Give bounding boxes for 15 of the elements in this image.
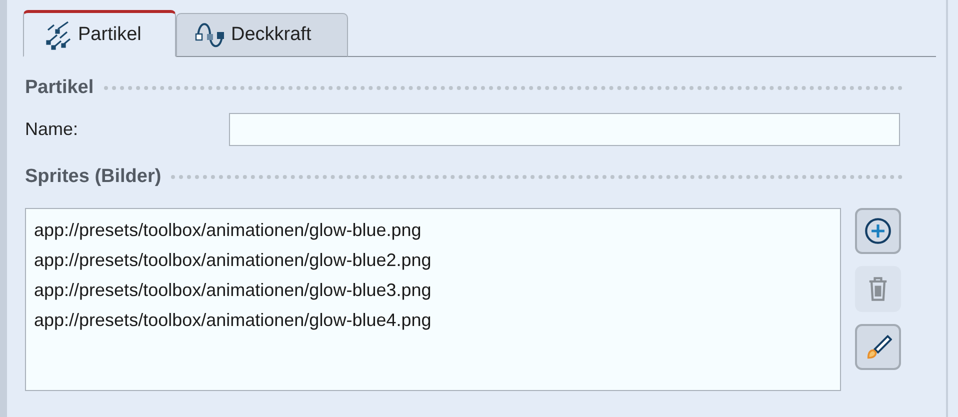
section-heading: Partikel [25,77,94,99]
list-item[interactable]: app://presets/toolbox/animationen/glow-blue.png [34,215,422,245]
curve-icon [195,20,225,50]
tab[interactable]: Deckkraft [176,13,348,57]
edit-button[interactable] [855,324,901,370]
name-field[interactable] [229,113,900,146]
add-button[interactable] [855,208,901,254]
list-item[interactable]: app://presets/toolbox/animationen/glow-blue3.png [34,275,432,305]
field-label: Name: [25,119,80,140]
list-item[interactable]: app://presets/toolbox/animationen/glow-blue4.png [34,305,432,335]
add-icon [864,217,892,245]
tab[interactable]: Partikel [23,10,176,57]
section-heading: Sprites (Bilder) [25,166,162,188]
sprite-list[interactable]: app://presets/toolbox/animationen/glow-blue.png app://presets/toolbox/animationen/glow-blue2.png app://presets/toolbox/animationen/glow-blue3.png app://presets/toolbox/animationen/glow-blue4.png [25,208,841,391]
list-item[interactable]: app://presets/toolbox/animationen/glow-blue2.png [34,245,432,275]
